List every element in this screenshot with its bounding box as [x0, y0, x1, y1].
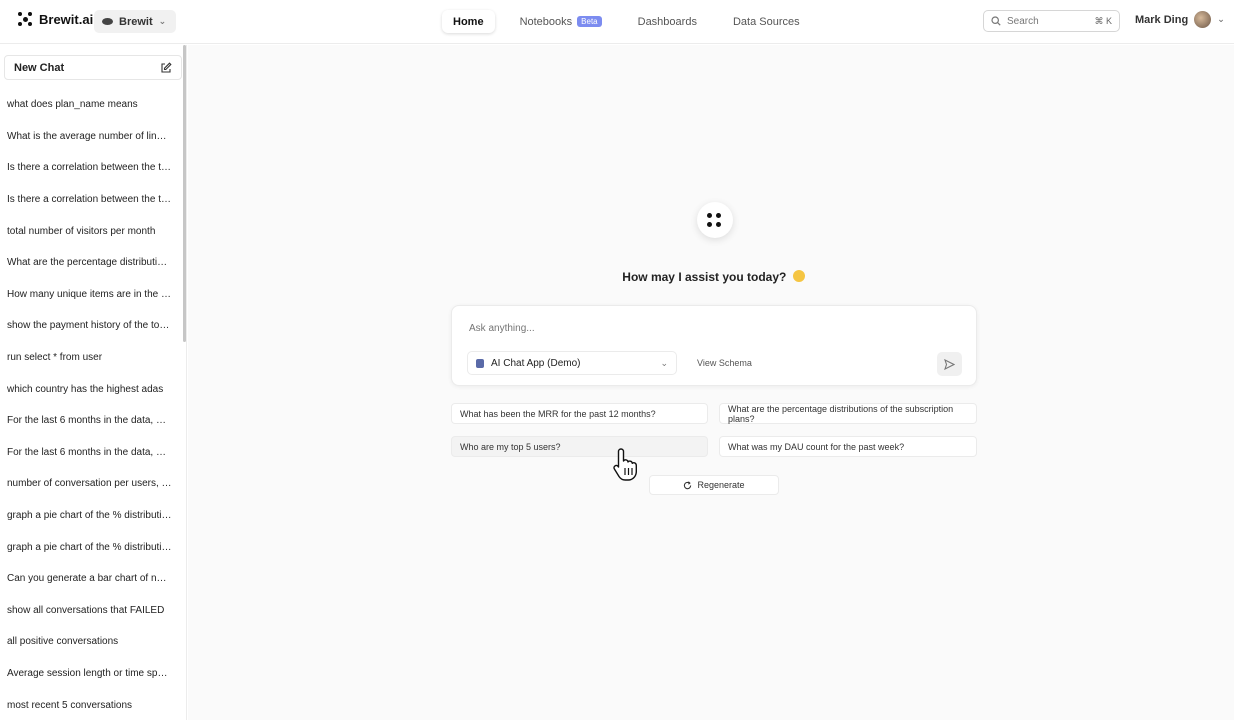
list-item[interactable]: all positive conversations	[0, 626, 182, 658]
list-item[interactable]: show all conversations that FAILED	[0, 595, 182, 627]
list-item-label: For the last 6 months in the data, what …	[7, 415, 172, 427]
new-chat-label: New Chat	[14, 61, 65, 74]
list-item[interactable]: How many unique items are in the invento…	[0, 279, 182, 311]
tab-notebooks-label: Notebooks	[519, 15, 573, 28]
list-item[interactable]: most recent 5 conversations	[0, 689, 182, 720]
regenerate-button[interactable]: Regenerate	[649, 475, 779, 495]
search-input[interactable]: Search ⌘ K	[983, 10, 1120, 32]
workspace-switcher[interactable]: Brewit ⌄	[94, 10, 177, 33]
list-item-label: For the last 6 months in the data, what …	[7, 446, 172, 458]
list-item-label: what does plan_name means	[7, 99, 138, 111]
workspace-name: Brewit	[119, 15, 153, 28]
brand-logo[interactable]: Brewit.ai	[18, 12, 93, 27]
assistant-logo-icon	[697, 202, 733, 238]
main-nav: Home Notebooks Beta Dashboards Data Sour…	[442, 10, 811, 33]
tab-home[interactable]: Home	[442, 10, 495, 33]
list-item-label: number of conversation per users, regard…	[7, 478, 172, 490]
refresh-icon	[684, 480, 692, 489]
list-item[interactable]: Is there a correlation between the total…	[0, 184, 182, 216]
user-name: Mark Ding	[1135, 13, 1189, 26]
brand-name: Brewit.ai	[39, 12, 94, 27]
list-item[interactable]: what does plan_name means	[0, 89, 182, 121]
suggestion-chip[interactable]: What was my DAU count for the past week?	[719, 436, 977, 457]
list-item[interactable]: What is the average number of line items…	[0, 121, 182, 153]
search-shortcut: ⌘ K	[1094, 15, 1112, 26]
list-item[interactable]: total number of visitors per month	[0, 215, 182, 247]
data-source-select[interactable]: AI Chat App (Demo) ⌄	[467, 351, 677, 375]
workspace-icon	[102, 18, 113, 25]
suggestion-chip[interactable]: Who are my top 5 users?	[451, 436, 708, 457]
list-item[interactable]: For the last 6 months in the data, what …	[0, 437, 182, 469]
list-item[interactable]: run select * from user	[0, 342, 182, 374]
tab-dashboards[interactable]: Dashboards	[627, 10, 708, 33]
chat-input[interactable]	[469, 323, 769, 334]
chat-history-sidebar: New Chat what does plan_name means What …	[0, 45, 187, 720]
chevron-down-icon: ⌄	[1217, 14, 1225, 24]
list-item-label: show the payment history of the top 5 us…	[7, 320, 172, 332]
list-item[interactable]: show the payment history of the top 5 us…	[0, 310, 182, 342]
hand-pointer-cursor-icon	[613, 448, 637, 481]
chat-history-list: what does plan_name means What is the av…	[0, 89, 182, 720]
top-nav-bar: Brewit.ai Brewit ⌄ Home Notebooks Beta D…	[0, 0, 1234, 44]
list-item[interactable]: Average session length or time spent per…	[0, 658, 182, 690]
list-item[interactable]: graph a pie chart of the % distribution …	[0, 531, 182, 563]
suggestion-chip[interactable]: What has been the MRR for the past 12 mo…	[451, 403, 708, 424]
list-item-label: Is there a correlation between the total…	[7, 194, 172, 206]
list-item[interactable]: Can you generate a bar chart of number o…	[0, 563, 182, 595]
list-item-label: Average session length or time spent per…	[7, 667, 172, 679]
list-item-label: graph a pie chart of the % distribution …	[7, 510, 172, 522]
chat-composer: AI Chat App (Demo) ⌄ View Schema	[451, 305, 977, 386]
brewit-logo-icon	[18, 12, 33, 27]
smile-emoji-icon	[792, 270, 805, 282]
list-item-label: which country has the highest adas	[7, 383, 164, 395]
search-icon	[991, 16, 1001, 26]
edit-icon	[161, 61, 172, 73]
tab-notebooks[interactable]: Notebooks Beta	[509, 10, 613, 33]
suggestion-chip[interactable]: What are the percentage distributions of…	[719, 403, 977, 424]
chevron-down-icon: ⌄	[158, 16, 167, 26]
database-icon	[476, 358, 484, 368]
list-item[interactable]: What are the percentage distributions of…	[0, 247, 182, 279]
data-source-value: AI Chat App (Demo)	[491, 357, 581, 369]
list-item-label: Is there a correlation between the total…	[7, 162, 172, 174]
list-item[interactable]: graph a pie chart of the % distribution …	[0, 500, 182, 532]
greeting-text: How may I assist you today?	[622, 270, 787, 284]
regenerate-label: Regenerate	[697, 480, 745, 490]
new-chat-button[interactable]: New Chat	[4, 55, 182, 80]
search-placeholder: Search	[1007, 15, 1039, 27]
list-item-label: total number of visitors per month	[7, 225, 156, 237]
view-schema-link[interactable]: View Schema	[697, 358, 752, 368]
list-item[interactable]: For the last 6 months in the data, what …	[0, 405, 182, 437]
list-item-label: What is the average number of line items…	[7, 130, 172, 142]
list-item-label: show all conversations that FAILED	[7, 604, 165, 616]
list-item[interactable]: which country has the highest adas	[0, 373, 182, 405]
user-menu[interactable]: Mark Ding ⌄	[1135, 11, 1225, 28]
list-item-label: most recent 5 conversations	[7, 699, 133, 711]
sidebar-scrollbar[interactable]	[183, 45, 186, 342]
tab-data-sources[interactable]: Data Sources	[722, 10, 811, 33]
list-item-label: graph a pie chart of the % distribution …	[7, 541, 172, 553]
list-item-label: all positive conversations	[7, 636, 119, 648]
list-item[interactable]: number of conversation per users, regard…	[0, 468, 182, 500]
list-item-label: Can you generate a bar chart of number o…	[7, 573, 172, 585]
list-item-label: How many unique items are in the invento…	[7, 288, 172, 300]
avatar	[1194, 11, 1212, 28]
list-item-label: run select * from user	[7, 352, 103, 364]
send-icon	[944, 358, 955, 370]
list-item-label: What are the percentage distributions of…	[7, 257, 172, 269]
send-button[interactable]	[937, 352, 962, 376]
greeting-heading: How may I assist you today?	[450, 270, 977, 284]
list-item[interactable]: Is there a correlation between the total…	[0, 152, 182, 184]
chevron-down-icon: ⌄	[660, 357, 668, 368]
beta-badge: Beta	[577, 16, 602, 27]
